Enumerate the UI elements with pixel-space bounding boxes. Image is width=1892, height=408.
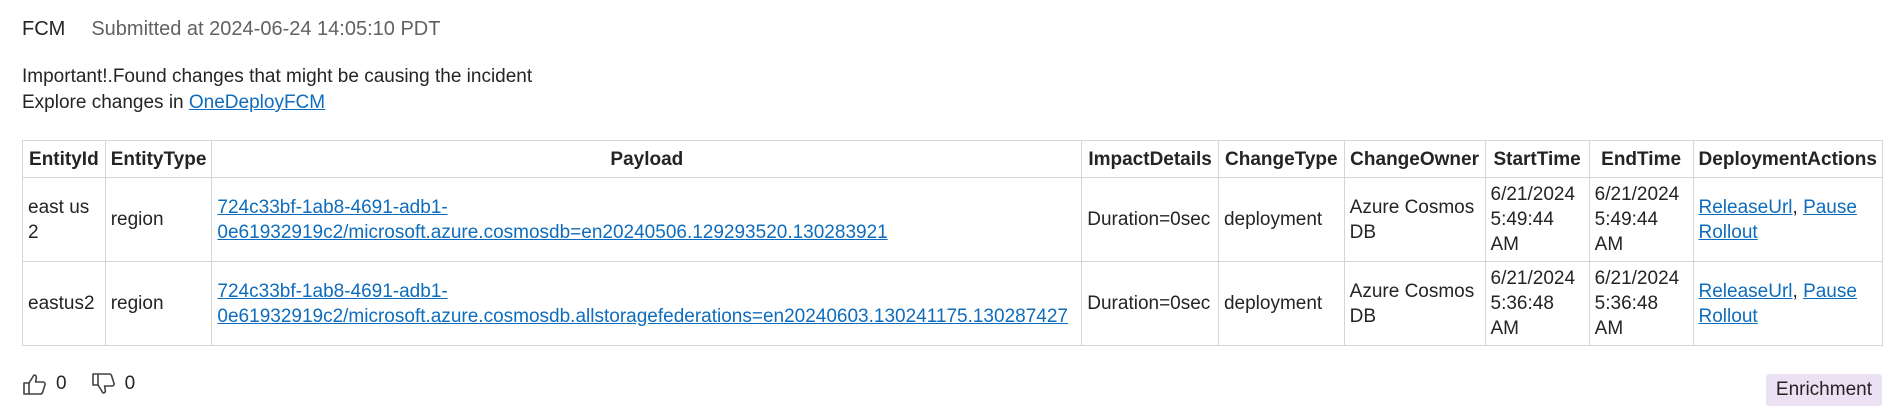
cell-changeowner: Azure Cosmos DB xyxy=(1343,177,1486,262)
cell-changetype: deployment xyxy=(1217,177,1345,262)
release-url-link[interactable]: ReleaseUrl xyxy=(1699,281,1793,302)
thumbs-down-icon xyxy=(91,372,117,396)
cell-entityid: eastus2 xyxy=(22,261,106,346)
cell-payload: 724c33bf-1ab8-4691-adb1-0e61932919c2/mic… xyxy=(211,261,1083,346)
cell-impactdetails: Duration=0sec xyxy=(1081,177,1219,262)
table-row: eastus2 region 724c33bf-1ab8-4691-adb1-0… xyxy=(22,261,1884,346)
message-block: Important!.Found changes that might be c… xyxy=(22,64,532,116)
dislike-count: 0 xyxy=(124,373,136,394)
action-separator: , xyxy=(1792,280,1804,302)
cell-impactdetails: Duration=0sec xyxy=(1081,261,1219,346)
source-label: FCM xyxy=(22,18,66,40)
cell-endtime: 6/21/2024 5:36:48 AM xyxy=(1588,261,1694,346)
thumbs-up-icon xyxy=(22,372,48,396)
onedeployfcm-link[interactable]: OneDeployFCM xyxy=(189,92,325,113)
action-separator: , xyxy=(1792,196,1804,218)
card-header: FCM Submitted at 2024-06-24 14:05:10 PDT xyxy=(22,18,440,41)
important-message: Important!.Found changes that might be c… xyxy=(22,66,533,87)
cell-changetype: deployment xyxy=(1217,261,1345,346)
feedback-bar: 0 0 xyxy=(22,372,135,396)
cell-deploymentactions: ReleaseUrl, Pause Rollout xyxy=(1692,177,1884,262)
changes-table: EntityId EntityType Payload ImpactDetail… xyxy=(22,140,1884,346)
cell-payload: 724c33bf-1ab8-4691-adb1-0e61932919c2/mic… xyxy=(211,177,1083,262)
col-header-starttime: StartTime xyxy=(1484,140,1590,178)
payload-link[interactable]: 724c33bf-1ab8-4691-adb1-0e61932919c2/mic… xyxy=(217,281,1068,327)
payload-link[interactable]: 724c33bf-1ab8-4691-adb1-0e61932919c2/mic… xyxy=(217,197,887,243)
like-button[interactable]: 0 xyxy=(22,372,67,396)
like-count: 0 xyxy=(56,373,67,394)
cell-deploymentactions: ReleaseUrl, Pause Rollout xyxy=(1692,261,1884,346)
col-header-entityid: EntityId xyxy=(22,140,106,178)
cell-entityid: east us 2 xyxy=(22,177,106,262)
cell-changeowner: Azure Cosmos DB xyxy=(1343,261,1486,346)
col-header-payload: Payload xyxy=(211,140,1083,178)
table-row: east us 2 region 724c33bf-1ab8-4691-adb1… xyxy=(22,177,1884,262)
cell-endtime: 6/21/2024 5:49:44 AM xyxy=(1588,177,1694,262)
col-header-changetype: ChangeType xyxy=(1217,140,1345,178)
cell-starttime: 6/21/2024 5:49:44 AM xyxy=(1484,177,1590,262)
col-header-impactdetails: ImpactDetails xyxy=(1081,140,1219,178)
enrichment-badge: Enrichment xyxy=(1765,374,1882,406)
col-header-entitytype: EntityType xyxy=(104,140,213,178)
release-url-link[interactable]: ReleaseUrl xyxy=(1699,197,1793,218)
cell-starttime: 6/21/2024 5:36:48 AM xyxy=(1484,261,1590,346)
dislike-button[interactable]: 0 xyxy=(91,372,136,396)
col-header-endtime: EndTime xyxy=(1588,140,1694,178)
explore-line: Explore changes in OneDeployFCM xyxy=(22,90,532,116)
col-header-deploymentactions: DeploymentActions xyxy=(1692,140,1884,178)
fcm-card: FCM Submitted at 2024-06-24 14:05:10 PDT… xyxy=(0,0,1892,408)
table-header-row: EntityId EntityType Payload ImpactDetail… xyxy=(22,140,1884,178)
explore-prefix: Explore changes in xyxy=(22,92,189,113)
col-header-changeowner: ChangeOwner xyxy=(1343,140,1486,178)
submitted-timestamp: Submitted at 2024-06-24 14:05:10 PDT xyxy=(91,18,441,40)
cell-entitytype: region xyxy=(104,177,213,262)
cell-entitytype: region xyxy=(104,261,213,346)
